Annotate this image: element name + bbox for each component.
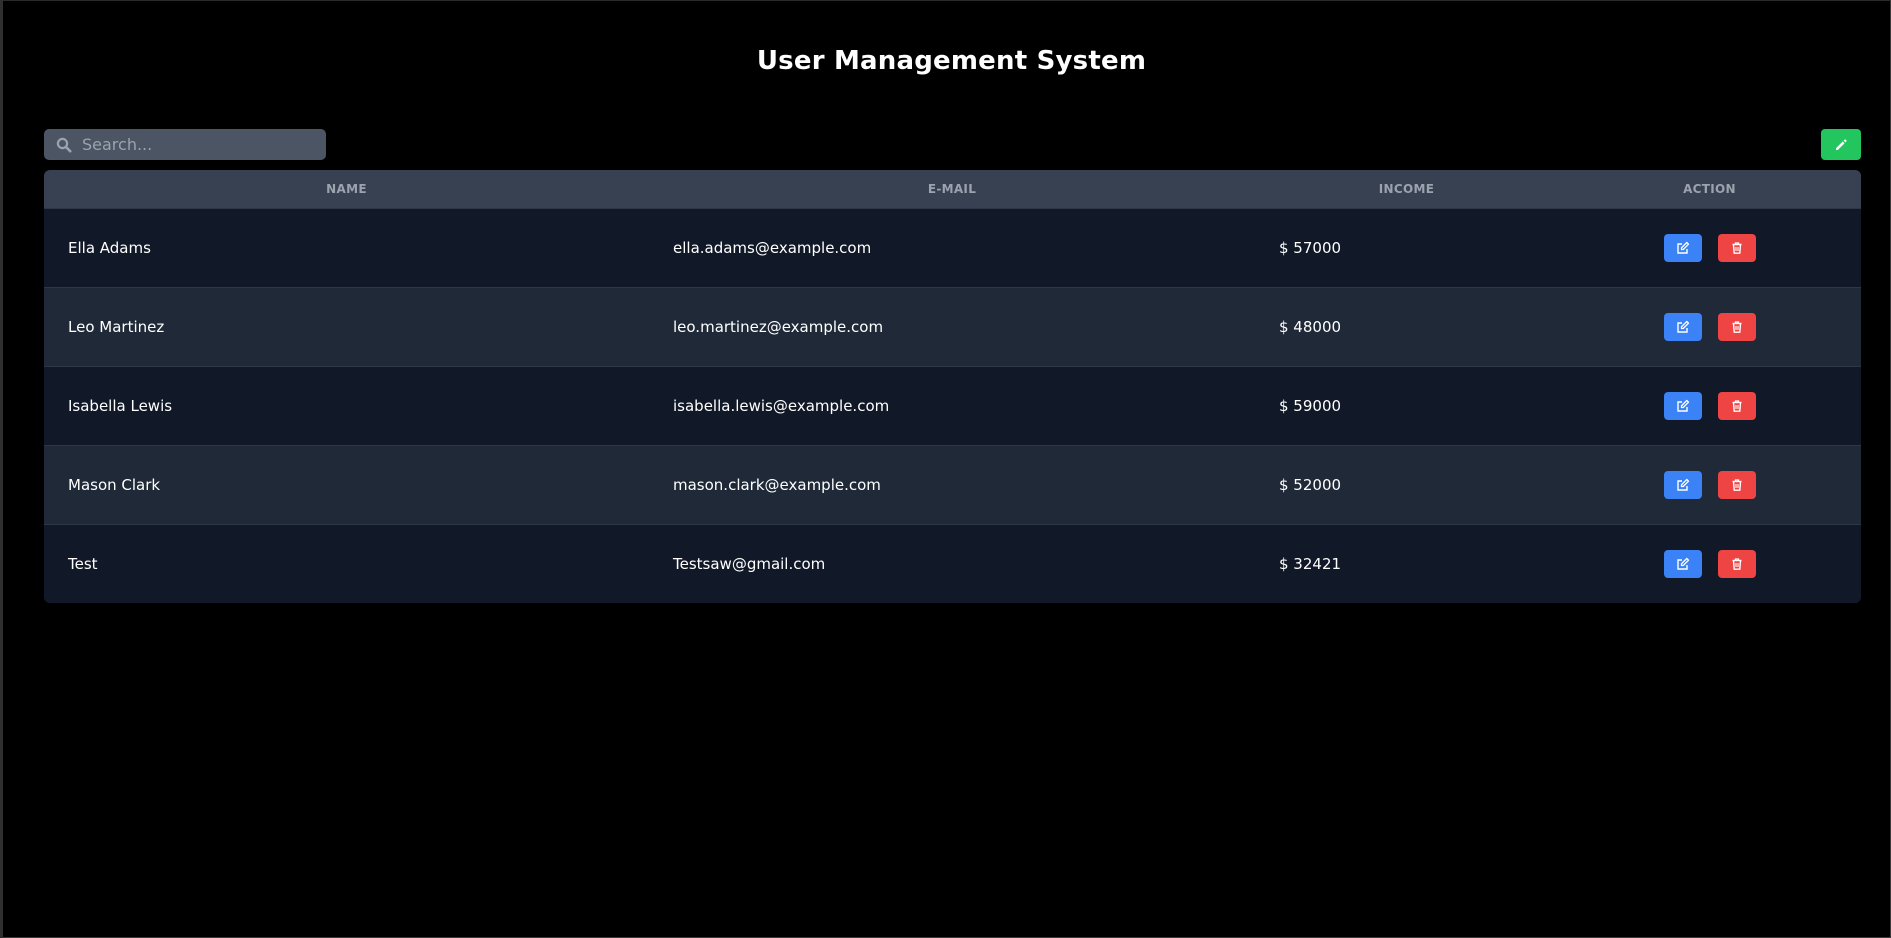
search-input[interactable] [74, 129, 326, 160]
cell-name: Test [68, 555, 98, 573]
table-row: Ella Adams ella.adams@example.com $ 5700… [44, 208, 1861, 287]
cell-email: mason.clark@example.com [673, 476, 881, 494]
edit-button[interactable] [1663, 392, 1702, 420]
delete-button[interactable] [1717, 550, 1756, 578]
edit-icon [1676, 241, 1690, 255]
column-header-income: INCOME [1378, 182, 1435, 196]
add-user-button[interactable] [1821, 129, 1861, 160]
table-row: Isabella Lewis isabella.lewis@example.co… [44, 366, 1861, 445]
window-edge [0, 0, 3, 938]
column-header-email: E-MAIL [927, 182, 977, 196]
edit-icon [1676, 399, 1690, 413]
cell-actions [1558, 313, 1861, 341]
table-row: Test Testsaw@gmail.com $ 32421 [44, 524, 1861, 603]
column-header-action: ACTION [1683, 182, 1736, 196]
cell-name: Ella Adams [68, 239, 151, 257]
trash-icon [1730, 399, 1744, 413]
delete-button[interactable] [1717, 234, 1756, 262]
trash-icon [1730, 241, 1744, 255]
column-header-name: NAME [326, 182, 367, 196]
edit-icon [1676, 478, 1690, 492]
cell-actions [1558, 550, 1861, 578]
cell-income: $ 32421 [1279, 555, 1342, 573]
cell-actions [1558, 392, 1861, 420]
users-table: NAME E-MAIL INCOME ACTION Ella Adams ell… [44, 170, 1861, 603]
cell-email: Testsaw@gmail.com [673, 555, 826, 573]
trash-icon [1730, 557, 1744, 571]
delete-button[interactable] [1717, 313, 1756, 341]
cell-actions [1558, 234, 1861, 262]
trash-icon [1730, 320, 1744, 334]
delete-button[interactable] [1717, 392, 1756, 420]
trash-icon [1730, 478, 1744, 492]
table-header: NAME E-MAIL INCOME ACTION [44, 170, 1861, 208]
delete-button[interactable] [1717, 471, 1756, 499]
cell-name: Isabella Lewis [68, 397, 173, 415]
cell-income: $ 57000 [1279, 239, 1342, 257]
cell-email: isabella.lewis@example.com [673, 397, 890, 415]
cell-name: Mason Clark [68, 476, 161, 494]
cell-email: leo.martinez@example.com [673, 318, 884, 336]
page-title: User Management System [756, 46, 1147, 76]
edit-button[interactable] [1663, 550, 1702, 578]
cell-income: $ 48000 [1279, 318, 1342, 336]
edit-icon [1676, 320, 1690, 334]
cell-income: $ 59000 [1279, 397, 1342, 415]
edit-button[interactable] [1663, 471, 1702, 499]
cell-email: ella.adams@example.com [673, 239, 872, 257]
table-row: Mason Clark mason.clark@example.com $ 52… [44, 445, 1861, 524]
edit-button[interactable] [1663, 234, 1702, 262]
edit-icon [1676, 557, 1690, 571]
search-box[interactable] [44, 129, 326, 160]
cell-actions [1558, 471, 1861, 499]
pencil-icon [1834, 138, 1848, 152]
cell-income: $ 52000 [1279, 476, 1342, 494]
edit-button[interactable] [1663, 313, 1702, 341]
search-icon [54, 135, 74, 155]
cell-name: Leo Martinez [68, 318, 165, 336]
table-row: Leo Martinez leo.martinez@example.com $ … [44, 287, 1861, 366]
